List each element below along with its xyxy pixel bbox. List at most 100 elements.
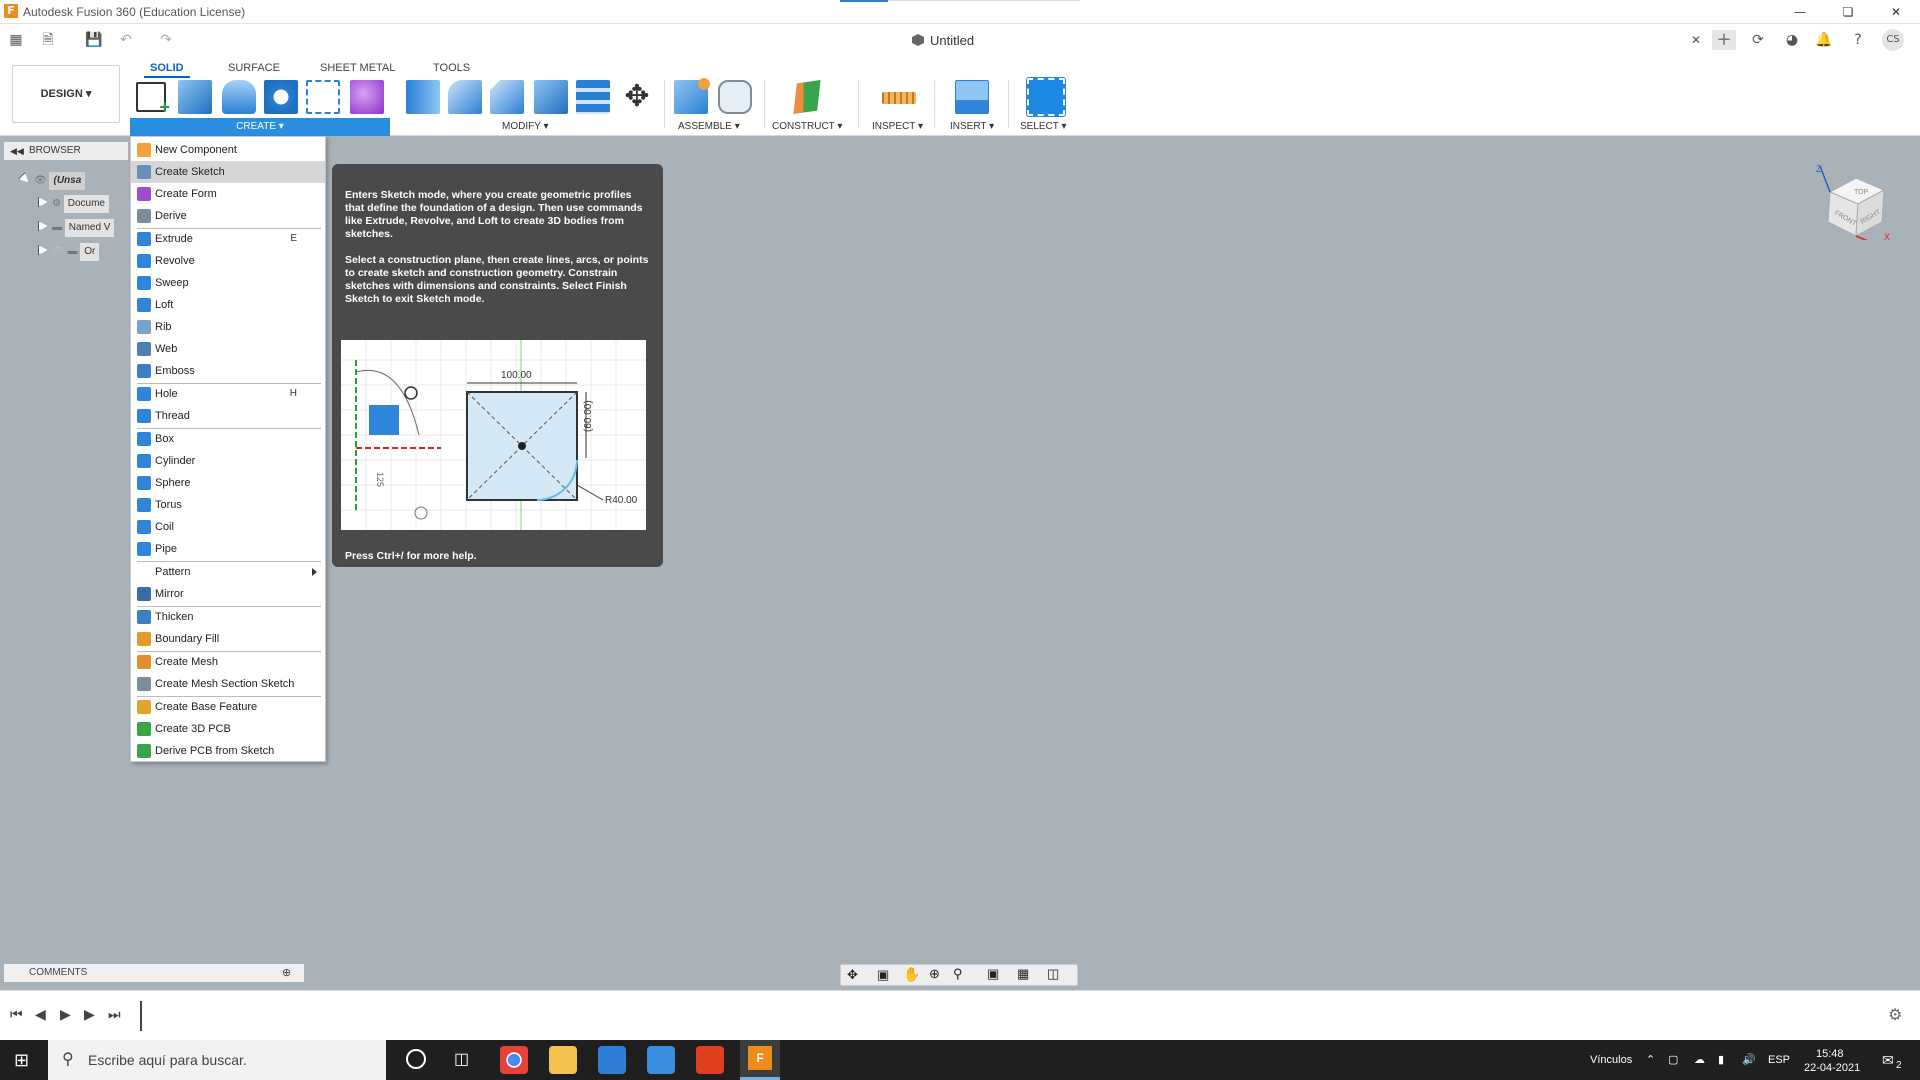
cortana-icon[interactable]: [406, 1049, 426, 1069]
notifications-icon[interactable]: 🔔: [1812, 30, 1836, 50]
expand-icon[interactable]: [38, 245, 48, 255]
create-menu-item-rib[interactable]: Rib: [131, 316, 325, 338]
windows-start-icon[interactable]: ⊞: [14, 1050, 29, 1071]
create-menu-item-torus[interactable]: Torus: [131, 494, 325, 516]
combine-icon[interactable]: [576, 80, 610, 114]
redo-icon[interactable]: ↷: [154, 30, 178, 50]
create-form-icon[interactable]: [350, 80, 384, 114]
file-explorer-icon[interactable]: [549, 1046, 577, 1074]
extrude-icon[interactable]: [178, 80, 212, 114]
create-menu-item-create-3d-pcb[interactable]: Create 3D PCB: [131, 718, 325, 740]
create-menu-item-web[interactable]: Web: [131, 338, 325, 360]
extensions-icon[interactable]: ⟳: [1746, 30, 1770, 50]
create-menu-item-create-mesh-section-sketch[interactable]: Create Mesh Section Sketch: [131, 673, 325, 695]
action-center-icon[interactable]: ✉: [1882, 1040, 1894, 1080]
create-menu-item-emboss[interactable]: Emboss: [131, 360, 325, 382]
create-sketch-icon[interactable]: +: [136, 82, 170, 116]
create-menu-item-pipe[interactable]: Pipe: [131, 538, 325, 560]
create-menu-item-create-form[interactable]: Create Form: [131, 183, 325, 205]
save-icon[interactable]: 💾: [82, 30, 106, 50]
expand-icon[interactable]: [38, 197, 48, 207]
browser-item-root[interactable]: 👁 (Unsa: [20, 172, 128, 190]
create-menu-item-cylinder[interactable]: Cylinder: [131, 450, 325, 472]
show-hidden-icons-icon[interactable]: ⌃: [1646, 1040, 1655, 1080]
viewports-icon[interactable]: ◫: [1047, 966, 1059, 982]
create-menu-item-box[interactable]: Box: [131, 428, 325, 450]
create-menu-item-pattern[interactable]: Pattern: [131, 561, 325, 583]
tab-solid[interactable]: SOLID: [150, 59, 184, 77]
job-status-icon[interactable]: ◕: [1780, 30, 1804, 50]
close-tab-icon[interactable]: ✕: [1684, 30, 1708, 50]
restore-icon[interactable]: ❏: [1836, 2, 1860, 22]
create-menu-item-boundary-fill[interactable]: Boundary Fill: [131, 628, 325, 650]
tab-sheet-metal[interactable]: SHEET METAL: [320, 59, 395, 77]
new-component-icon[interactable]: [674, 78, 710, 114]
chamfer-icon[interactable]: [490, 80, 524, 114]
create-menu-item-derive[interactable]: Derive: [131, 205, 325, 227]
network-icon[interactable]: ▢: [1668, 1040, 1678, 1080]
create-menu-item-loft[interactable]: Loft: [131, 294, 325, 316]
document-tab[interactable]: Untitled: [912, 33, 974, 48]
chrome-icon[interactable]: [500, 1046, 528, 1074]
fusion-taskbar-button[interactable]: F: [740, 1040, 780, 1080]
create-menu-item-revolve[interactable]: Revolve: [131, 250, 325, 272]
new-tab-icon[interactable]: +: [1712, 30, 1736, 50]
go-to-start-icon[interactable]: ⏮: [10, 1006, 23, 1023]
help-icon[interactable]: ?: [1846, 30, 1870, 50]
mail-icon[interactable]: [647, 1046, 675, 1074]
hole-icon[interactable]: [264, 80, 298, 114]
create-menu-item-create-sketch[interactable]: Create Sketch: [131, 161, 325, 183]
step-forward-icon[interactable]: ▶: [84, 1006, 95, 1023]
create-menu-item-new-component[interactable]: New Component: [131, 139, 325, 161]
grid-settings-icon[interactable]: ▦: [1017, 966, 1029, 982]
look-at-icon[interactable]: ▣: [877, 967, 889, 983]
taskbar-search-box[interactable]: ⚲ Escribe aquí para buscar.: [48, 1040, 386, 1080]
minimize-icon[interactable]: —: [1788, 2, 1812, 22]
clock-date[interactable]: 22-04-2021: [1804, 1048, 1860, 1080]
add-comment-icon[interactable]: ⊕: [282, 964, 291, 982]
construct-menu-trigger[interactable]: CONSTRUCT ▾: [772, 121, 842, 132]
fit-icon[interactable]: ⚲: [953, 966, 963, 982]
insert-menu-trigger[interactable]: INSERT ▾: [950, 121, 994, 132]
create-menu-item-create-mesh[interactable]: Create Mesh: [131, 651, 325, 673]
volume-icon[interactable]: 🔊: [1742, 1040, 1756, 1080]
create-menu-item-sweep[interactable]: Sweep: [131, 272, 325, 294]
measure-icon[interactable]: [882, 92, 916, 104]
joint-icon[interactable]: [718, 80, 752, 114]
store-icon[interactable]: [598, 1046, 626, 1074]
onedrive-icon[interactable]: ☁: [1694, 1040, 1705, 1080]
select-icon[interactable]: [1026, 77, 1066, 117]
create-menu-item-hole[interactable]: Hole H: [131, 383, 325, 405]
orbit-icon[interactable]: ✥: [847, 967, 858, 983]
expand-icon[interactable]: [38, 221, 48, 231]
shell-icon[interactable]: [534, 80, 568, 114]
tray-links-label[interactable]: Vínculos: [1590, 1040, 1632, 1080]
tab-surface[interactable]: SURFACE: [228, 59, 280, 77]
create-menu-item-create-base-feature[interactable]: Create Base Feature: [131, 696, 325, 718]
display-settings-icon[interactable]: ▣: [987, 966, 999, 982]
offset-plane-icon[interactable]: [793, 80, 821, 114]
modify-menu-trigger[interactable]: MODIFY ▾: [502, 121, 549, 132]
go-to-end-icon[interactable]: ⏭: [108, 1006, 121, 1023]
create-menu-item-mirror[interactable]: Mirror: [131, 583, 325, 605]
pattern-icon[interactable]: [306, 80, 340, 114]
file-menu-icon[interactable]: 🗎: [36, 30, 60, 50]
language-indicator[interactable]: ESP: [1768, 1040, 1790, 1080]
task-view-icon[interactable]: ◫: [454, 1049, 469, 1069]
press-pull-icon[interactable]: [406, 80, 440, 114]
eye-icon[interactable]: 👁: [34, 175, 47, 186]
view-cube[interactable]: TOP FRONT RIGHT Z X: [1816, 164, 1892, 247]
office-icon[interactable]: [696, 1046, 724, 1074]
fillet-icon[interactable]: [448, 80, 482, 114]
timeline-settings-icon[interactable]: ⚙: [1888, 1005, 1902, 1025]
timeline-marker[interactable]: [140, 1001, 142, 1031]
insert-image-icon[interactable]: [955, 80, 989, 114]
undo-icon[interactable]: ↶: [114, 30, 138, 50]
comments-panel[interactable]: COMMENTS ⊕: [4, 964, 304, 982]
play-icon[interactable]: ▶: [60, 1006, 71, 1023]
zoom-icon[interactable]: ⊕: [929, 966, 940, 982]
move-icon[interactable]: ✥: [620, 80, 654, 114]
collapse-icon[interactable]: ◀◀: [10, 142, 24, 160]
revolve-icon[interactable]: [222, 80, 256, 114]
close-window-icon[interactable]: ✕: [1884, 2, 1908, 22]
